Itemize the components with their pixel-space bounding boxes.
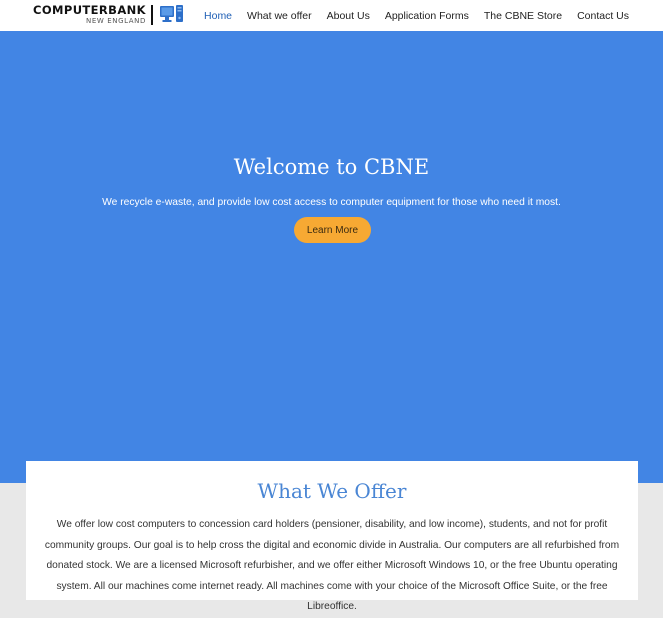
logo-sub-text: NEW ENGLAND [86, 17, 146, 25]
nav-item-contact-us[interactable]: Contact Us [577, 10, 629, 22]
hero-subtitle: We recycle e-waste, and provide low cost… [102, 197, 561, 208]
nav-item-about-us[interactable]: About Us [327, 10, 370, 22]
computer-monitor-icon [159, 4, 185, 29]
nav-item-cbne-store[interactable]: The CBNE Store [484, 10, 562, 22]
site-logo[interactable]: COMPUTERBANK NEW ENGLAND [33, 4, 185, 27]
nav-item-application-forms[interactable]: Application Forms [385, 10, 469, 22]
offer-description: We offer low cost computers to concessio… [44, 519, 620, 612]
logo-main-text: COMPUTERBANK [33, 3, 146, 17]
what-we-offer-section: What We Offer We offer low cost computer… [26, 461, 638, 612]
nav-item-home[interactable]: Home [204, 10, 232, 22]
logo-divider [150, 5, 153, 25]
hero-title: Welcome to CBNE [233, 155, 430, 179]
hero-banner: Welcome to CBNE We recycle e-waste, and … [0, 31, 663, 483]
learn-more-button[interactable]: Learn More [294, 217, 371, 243]
offer-title: What We Offer [257, 479, 407, 503]
logo-text: COMPUTERBANK NEW ENGLAND [33, 4, 146, 26]
nav-item-what-we-offer[interactable]: What we offer [247, 10, 312, 22]
main-nav: Home What we offer About Us Application … [189, 0, 629, 31]
site-header: COMPUTERBANK NEW ENGLAND Home What we of… [0, 0, 663, 31]
